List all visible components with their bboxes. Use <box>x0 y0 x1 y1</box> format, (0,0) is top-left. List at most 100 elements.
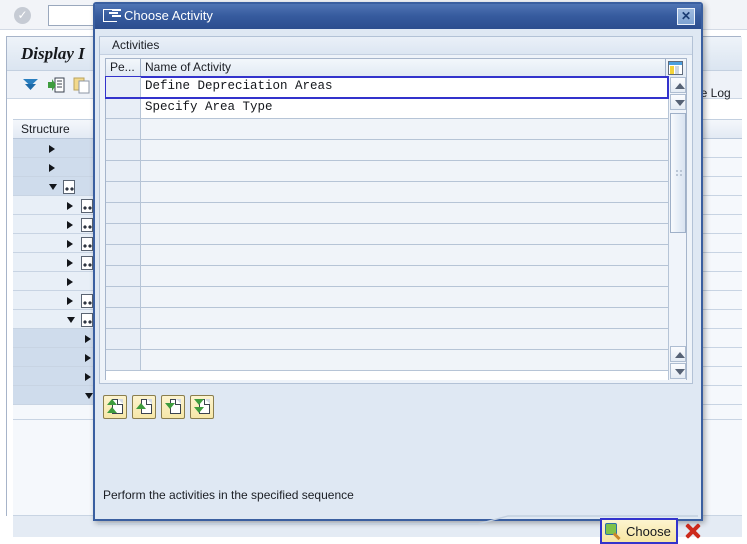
collapse-triangle-icon[interactable] <box>49 184 57 190</box>
table-row-empty[interactable] <box>106 161 668 182</box>
next-activity-button[interactable] <box>161 395 185 419</box>
table-row-empty[interactable] <box>106 308 668 329</box>
tree-node-row[interactable] <box>13 158 105 177</box>
table-settings-icon <box>668 61 683 75</box>
close-icon[interactable]: ✕ <box>677 8 695 25</box>
grid-vertical-scrollbar[interactable] <box>668 77 686 380</box>
expand-triangle-icon[interactable] <box>85 335 91 343</box>
table-row[interactable]: Define Depreciation Areas <box>105 76 669 99</box>
tree-node-row[interactable] <box>13 177 105 196</box>
tree-node-row[interactable] <box>13 386 105 405</box>
dialog-titlebar[interactable]: Choose Activity ✕ <box>95 4 701 29</box>
copy-icon[interactable] <box>73 76 92 95</box>
activity-document-icon <box>81 256 93 270</box>
table-row-empty[interactable] <box>106 224 668 245</box>
dialog-title: Choose Activity <box>124 8 213 23</box>
expand-triangle-icon[interactable] <box>85 354 91 362</box>
activity-document-icon <box>81 199 93 213</box>
column-header-name-of-activity[interactable]: Name of Activity <box>141 59 666 77</box>
tree-node-row[interactable] <box>13 234 105 253</box>
grid-rows-container: Define Depreciation Areas Specify Area Ty… <box>105 76 686 380</box>
activities-panel-header: Activities <box>100 37 692 55</box>
cell-period[interactable] <box>106 98 141 118</box>
tree-node-row[interactable] <box>13 348 105 367</box>
table-row[interactable]: Specify Area Type <box>106 98 668 119</box>
page-up-icon <box>136 403 146 409</box>
dialog-window-icon <box>103 9 117 22</box>
expand-triangle-icon[interactable] <box>67 221 73 229</box>
collapse-triangle-icon[interactable] <box>85 393 93 399</box>
table-row-empty[interactable] <box>106 203 668 224</box>
expand-triangle-icon[interactable] <box>67 240 73 248</box>
page-title: Display I <box>21 44 85 63</box>
choose-activity-dialog: Choose Activity ✕ Activities Pe... Name … <box>93 2 703 544</box>
table-row-empty[interactable] <box>106 182 668 203</box>
table-row-empty[interactable] <box>106 329 668 350</box>
table-row-empty[interactable] <box>106 140 668 161</box>
tree-node-row[interactable] <box>13 329 105 348</box>
table-row-empty[interactable] <box>106 350 668 371</box>
grid-header-row: Pe... Name of Activity <box>106 59 686 77</box>
cell-period <box>106 203 141 223</box>
activities-panel-title: Activities <box>112 38 160 52</box>
tree-node-row[interactable] <box>13 310 105 329</box>
collapse-triangle-icon[interactable] <box>67 317 75 323</box>
tree-column-header-label: Structure <box>21 122 70 136</box>
tree-node-row[interactable] <box>13 367 105 386</box>
cell-period <box>106 182 141 202</box>
move-to-last-activity-button[interactable] <box>190 395 214 419</box>
column-header-period[interactable]: Pe... <box>106 59 141 77</box>
cell-period <box>106 245 141 265</box>
activities-grid[interactable]: Pe... Name of Activity Define Depreciati… <box>105 58 687 380</box>
tree-node-row[interactable] <box>13 215 105 234</box>
page-down-icon <box>165 403 175 409</box>
dialog-hint-text: Perform the activities in the specified … <box>103 488 354 502</box>
expand-triangle-icon[interactable] <box>67 297 73 305</box>
tree-node-row[interactable] <box>13 253 105 272</box>
table-row-empty[interactable] <box>106 245 668 266</box>
cell-period[interactable] <box>106 77 141 97</box>
red-x-cancel-icon[interactable] <box>683 520 703 542</box>
choose-button[interactable]: Choose <box>600 518 678 544</box>
tree-node-row[interactable] <box>13 196 105 215</box>
scrollbar-thumb[interactable] <box>670 113 686 233</box>
expand-triangle-icon[interactable] <box>85 373 91 381</box>
tree-node-row[interactable] <box>13 272 105 291</box>
expand-node-icon[interactable] <box>47 76 66 95</box>
cell-period <box>106 119 141 139</box>
expand-triangle-icon[interactable] <box>67 278 73 286</box>
expand-triangle-icon[interactable] <box>49 164 55 172</box>
activity-document-icon <box>81 218 93 232</box>
table-row-empty[interactable] <box>106 266 668 287</box>
check-circle-icon[interactable]: ✓ <box>14 7 31 24</box>
activity-document-icon <box>81 313 93 327</box>
scroll-up-arrow-icon[interactable] <box>670 77 686 93</box>
activity-document-icon <box>81 294 93 308</box>
table-settings-button[interactable] <box>666 59 686 77</box>
activity-document-icon <box>63 180 75 194</box>
scroll-up-arrow-bottom-icon[interactable] <box>670 346 686 362</box>
cell-activity-name[interactable]: Define Depreciation Areas <box>142 77 333 97</box>
page-double-up-icon <box>107 399 117 405</box>
table-row-empty[interactable] <box>106 287 668 308</box>
dialog-body: Activities Pe... Name of Activity Define… <box>98 31 701 544</box>
tree-node-row[interactable] <box>13 139 105 158</box>
expand-triangle-icon[interactable] <box>67 259 73 267</box>
expand-triangle-icon[interactable] <box>49 145 55 153</box>
scroll-down-arrow-icon[interactable] <box>670 94 686 110</box>
cell-period <box>106 308 141 328</box>
cell-period <box>106 287 141 307</box>
cell-activity-name[interactable]: Specify Area Type <box>142 98 273 118</box>
activities-panel: Activities Pe... Name of Activity Define… <box>99 36 693 384</box>
page-double-up-icon <box>107 407 117 413</box>
activity-document-icon <box>81 237 93 251</box>
tree-node-row[interactable] <box>13 291 105 310</box>
table-row-empty[interactable] <box>106 119 668 140</box>
cell-period <box>106 140 141 160</box>
move-to-first-activity-button[interactable] <box>103 395 127 419</box>
previous-activity-button[interactable] <box>132 395 156 419</box>
cell-period <box>106 266 141 286</box>
filter-icon[interactable] <box>21 76 40 95</box>
expand-triangle-icon[interactable] <box>67 202 73 210</box>
scroll-down-arrow-bottom-icon[interactable] <box>670 363 686 379</box>
